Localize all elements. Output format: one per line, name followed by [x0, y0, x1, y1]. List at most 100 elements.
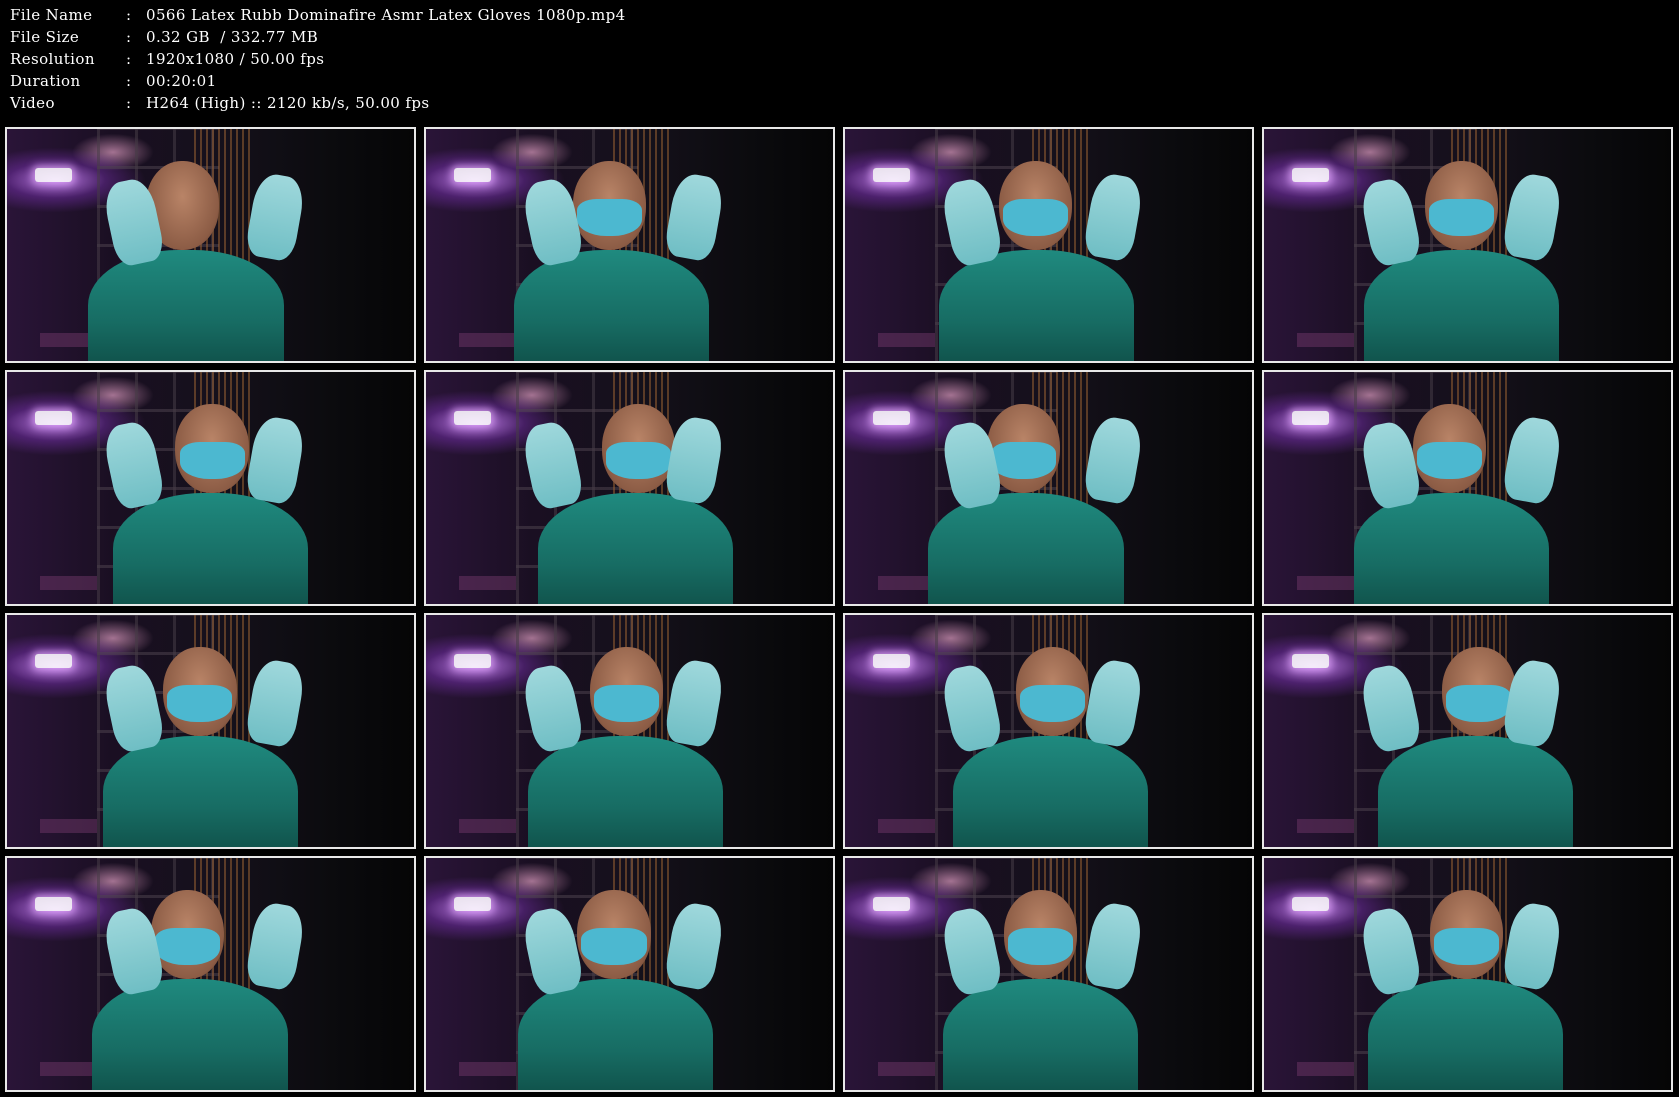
- video-thumbnail[interactable]: [843, 613, 1254, 849]
- video-thumbnail[interactable]: [1262, 370, 1673, 606]
- face-mask: [605, 441, 671, 479]
- right-glove: [1082, 171, 1145, 263]
- scrubs-figure: [112, 492, 309, 604]
- background-bench: [458, 1062, 516, 1077]
- face-mask: [1434, 927, 1500, 965]
- scrubs-figure: [952, 735, 1149, 847]
- background-bench: [1296, 333, 1354, 348]
- video-thumbnail[interactable]: [424, 370, 835, 606]
- face-mask: [1007, 927, 1073, 965]
- background-bench: [458, 576, 516, 591]
- neon-sign: [35, 897, 73, 912]
- info-separator: :: [126, 28, 132, 46]
- info-label: File Size: [10, 28, 80, 46]
- neon-sign: [454, 654, 492, 669]
- info-row-file-size: File Size : 0.32 GB / 332.77 MB: [10, 26, 1660, 48]
- info-row-video: Video : H264 (High) :: 2120 kb/s, 50.00 …: [10, 92, 1660, 114]
- info-separator: :: [126, 50, 132, 68]
- right-glove: [1501, 414, 1564, 506]
- info-row-resolution: Resolution : 1920x1080 / 50.00 fps: [10, 48, 1660, 70]
- face-mask: [179, 441, 245, 479]
- video-thumbnail[interactable]: [843, 370, 1254, 606]
- video-thumbnail[interactable]: [424, 856, 835, 1092]
- video-thumbnail[interactable]: [5, 127, 416, 363]
- video-thumbnail[interactable]: [843, 127, 1254, 363]
- video-thumbnail[interactable]: [5, 856, 416, 1092]
- video-thumbnail[interactable]: [424, 127, 835, 363]
- right-glove: [244, 171, 307, 263]
- right-glove: [663, 657, 726, 749]
- scrubs-figure: [527, 735, 724, 847]
- right-glove: [1082, 900, 1145, 992]
- right-glove: [244, 657, 307, 749]
- neon-sign: [35, 411, 73, 426]
- scrubs-figure: [92, 978, 288, 1090]
- info-separator: :: [126, 94, 132, 112]
- video-thumbnail[interactable]: [1262, 856, 1673, 1092]
- info-row-duration: Duration : 00:20:01: [10, 70, 1660, 92]
- face-mask: [1020, 684, 1086, 722]
- duration-value: 00:20:01: [146, 72, 217, 90]
- scrubs-figure: [942, 978, 1139, 1090]
- resolution-value: 1920x1080 / 50.00 fps: [146, 50, 325, 68]
- background-bench: [1296, 576, 1354, 591]
- face-mask: [155, 927, 221, 965]
- right-glove: [1501, 171, 1564, 263]
- neon-sign: [1292, 897, 1330, 912]
- background-bench: [877, 576, 935, 591]
- face-mask: [1429, 198, 1495, 236]
- video-codec-value: H264 (High) :: 2120 kb/s, 50.00 fps: [146, 94, 430, 112]
- background-bench: [877, 1062, 935, 1077]
- info-row-file-name: File Name : 0566 Latex Rubb Dominafire A…: [10, 4, 1660, 26]
- right-glove: [1501, 900, 1564, 992]
- face-mask: [1446, 684, 1512, 722]
- video-thumbnail[interactable]: [5, 613, 416, 849]
- scrubs-figure: [517, 978, 713, 1090]
- background-bench: [1296, 819, 1354, 834]
- info-separator: :: [126, 6, 132, 24]
- right-glove: [663, 900, 726, 992]
- neon-sign: [873, 897, 911, 912]
- background-bench: [39, 819, 97, 834]
- face-mask: [581, 927, 647, 965]
- face-mask: [576, 198, 642, 236]
- video-thumbnail[interactable]: [1262, 613, 1673, 849]
- face-mask: [990, 441, 1056, 479]
- neon-sign: [454, 411, 492, 426]
- info-label: Video: [10, 94, 55, 112]
- background-bench: [39, 576, 97, 591]
- face-mask: [167, 684, 233, 722]
- video-thumbnail[interactable]: [843, 856, 1254, 1092]
- neon-sign: [873, 654, 911, 669]
- right-glove: [663, 414, 726, 506]
- neon-sign: [454, 897, 492, 912]
- neon-sign: [873, 411, 911, 426]
- neon-sign: [35, 654, 73, 669]
- background-bench: [877, 819, 935, 834]
- background-bench: [458, 333, 516, 348]
- scrubs-figure: [102, 735, 298, 847]
- neon-sign: [1292, 168, 1330, 183]
- background-bench: [1296, 1062, 1354, 1077]
- scrubs-figure: [537, 492, 734, 604]
- video-thumbnail[interactable]: [1262, 127, 1673, 363]
- video-thumbnail[interactable]: [5, 370, 416, 606]
- scrubs-figure: [1363, 249, 1560, 361]
- scrubs-figure: [1353, 492, 1549, 604]
- scrubs-figure: [1377, 735, 1574, 847]
- right-glove: [244, 900, 307, 992]
- file-info-header: File Name : 0566 Latex Rubb Dominafire A…: [10, 4, 1660, 122]
- info-label: File Name: [10, 6, 93, 24]
- face-mask: [1002, 198, 1069, 236]
- neon-sign: [1292, 411, 1330, 426]
- scrubs-figure: [938, 249, 1134, 361]
- info-label: Duration: [10, 72, 81, 90]
- face-mask: [593, 684, 659, 722]
- neon-sign: [454, 168, 492, 183]
- neon-sign: [1292, 654, 1330, 669]
- background-bench: [39, 1062, 97, 1077]
- right-glove: [1082, 657, 1145, 749]
- scrubs-figure: [1367, 978, 1564, 1090]
- video-thumbnail[interactable]: [424, 613, 835, 849]
- file-size-value: 0.32 GB / 332.77 MB: [146, 28, 319, 46]
